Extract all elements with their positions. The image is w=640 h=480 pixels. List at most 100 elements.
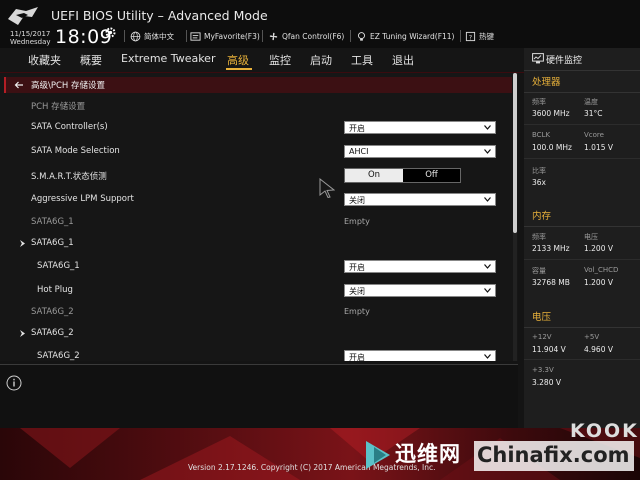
tab-favorites[interactable]: 收藏夹 bbox=[28, 52, 61, 68]
cpu-temp-value: 31°C bbox=[584, 109, 603, 118]
bclk-label: BCLK bbox=[532, 131, 551, 139]
fan-icon bbox=[269, 32, 278, 40]
dropdown-value: 开启 bbox=[349, 353, 365, 361]
info-row-sata6g1: SATA6G_1 Empty bbox=[0, 212, 510, 234]
monitor-icon bbox=[532, 53, 544, 64]
hw-divider bbox=[524, 124, 640, 125]
expandable-row-sata6g1[interactable]: SATA6G_1 bbox=[0, 233, 510, 255]
gear-icon[interactable] bbox=[104, 26, 117, 39]
setting-row-hot-plug[interactable]: Hot Plug 关闭 bbox=[0, 280, 510, 302]
v33-label: +3.3V bbox=[532, 366, 554, 374]
setting-row-sata6g1-enable[interactable]: SATA6G_1 开启 bbox=[0, 256, 510, 278]
memory-section-header: 内存 bbox=[524, 204, 640, 227]
setting-row-sata-controller[interactable]: SATA Controller(s) 开启 bbox=[0, 117, 510, 139]
mem-freq-label: 频率 bbox=[532, 233, 546, 241]
setting-row-smart[interactable]: S.M.A.R.T.状态侦测 On Off bbox=[0, 165, 510, 187]
memory-title: 内存 bbox=[532, 211, 552, 222]
watermark-kook: KOOK bbox=[570, 420, 639, 442]
setting-row-aggressive-lpm[interactable]: Aggressive LPM Support 关闭 bbox=[0, 189, 510, 211]
sata-mode-dropdown[interactable]: AHCI bbox=[344, 145, 496, 158]
mem-freq-value: 2133 MHz bbox=[532, 244, 570, 253]
ratio-value: 36x bbox=[532, 178, 546, 187]
tab-boot[interactable]: 启动 bbox=[310, 52, 332, 68]
header-bar: UEFI BIOS Utility – Advanced Mode 11/15/… bbox=[0, 0, 640, 48]
weekday-text: Wednesday bbox=[10, 38, 51, 46]
submenu-label[interactable]: SATA6G_1 bbox=[31, 238, 74, 248]
watermark-cn: 迅维网 bbox=[395, 442, 461, 466]
qfan-control-button[interactable]: Qfan Control(F6) bbox=[268, 30, 344, 42]
processor-section-header: 处理器 bbox=[524, 70, 640, 93]
dropdown-value: AHCI bbox=[349, 147, 369, 156]
cpu-freq-label: 频率 bbox=[532, 98, 546, 106]
window-title: UEFI BIOS Utility – Advanced Mode bbox=[51, 8, 268, 23]
expand-arrow-icon[interactable] bbox=[19, 329, 27, 338]
toggle-on-option[interactable]: On bbox=[345, 169, 403, 182]
setting-row-sata-mode[interactable]: SATA Mode Selection AHCI bbox=[0, 141, 510, 163]
aggressive-lpm-dropdown[interactable]: 关闭 bbox=[344, 193, 496, 206]
myfavorite-button[interactable]: MyFavorite(F3) bbox=[190, 30, 260, 42]
tab-extreme-tweaker[interactable]: Extreme Tweaker bbox=[121, 52, 215, 65]
chevron-down-icon bbox=[484, 288, 491, 293]
ez-tuning-button[interactable]: EZ Tuning Wizard(F11) bbox=[356, 30, 454, 42]
setting-row-sata6g2-enable[interactable]: SATA6G_2 开启 bbox=[0, 346, 510, 361]
tab-monitor[interactable]: 监控 bbox=[269, 52, 291, 68]
myfavorite-label: MyFavorite(F3) bbox=[204, 31, 260, 41]
processor-title: 处理器 bbox=[532, 77, 561, 88]
info-icon bbox=[6, 375, 22, 391]
port-status: Empty bbox=[344, 217, 370, 226]
hardware-monitor-panel: 硬件监控 处理器 频率 温度 3600 MHz 31°C BCLK Vcore … bbox=[524, 48, 640, 428]
chevron-down-icon bbox=[484, 149, 491, 154]
toolbar-divider bbox=[262, 30, 263, 42]
active-tab-indicator bbox=[226, 68, 252, 70]
hw-monitor-title: 硬件监控 bbox=[546, 56, 583, 66]
port-label: SATA6G_2 bbox=[31, 307, 74, 317]
port-label: SATA6G_1 bbox=[31, 217, 74, 227]
watermark-site: Chinafix.com bbox=[477, 443, 630, 467]
v5-label: +5V bbox=[584, 333, 600, 341]
vol-chcd-value: 1.200 V bbox=[584, 278, 613, 287]
help-panel bbox=[0, 364, 518, 429]
back-arrow-icon[interactable] bbox=[14, 80, 24, 90]
setting-label: SATA Mode Selection bbox=[31, 146, 120, 156]
sata-controller-dropdown[interactable]: 开启 bbox=[344, 121, 496, 134]
port-status: Empty bbox=[344, 307, 370, 316]
rog-logo-icon bbox=[8, 7, 38, 25]
dropdown-value: 关闭 bbox=[349, 196, 365, 205]
hw-divider bbox=[524, 259, 640, 260]
info-row-sata6g2: SATA6G_2 Empty bbox=[0, 302, 510, 324]
ratio-label: 比率 bbox=[532, 167, 546, 175]
mem-cap-value: 32768 MB bbox=[532, 278, 570, 287]
v33-value: 3.280 V bbox=[532, 378, 561, 387]
hotkeys-button[interactable]: ? 热键 bbox=[465, 30, 494, 42]
setting-label: SATA Controller(s) bbox=[31, 122, 108, 132]
submenu-label[interactable]: SATA6G_2 bbox=[31, 328, 74, 338]
scrollbar-thumb[interactable] bbox=[513, 73, 517, 233]
toolbar-divider bbox=[350, 30, 351, 42]
hot-plug-dropdown[interactable]: 关闭 bbox=[344, 284, 496, 297]
language-label: 简体中文 bbox=[144, 31, 174, 41]
date-text: 11/15/2017 bbox=[10, 30, 51, 38]
vcore-label: Vcore bbox=[584, 131, 604, 139]
breadcrumb[interactable]: 高级\PCH 存储设置 bbox=[4, 77, 512, 93]
hw-divider bbox=[524, 158, 640, 159]
globe-icon bbox=[130, 31, 141, 41]
expand-arrow-icon[interactable] bbox=[19, 239, 27, 248]
tab-advanced[interactable]: 高级 bbox=[227, 52, 249, 68]
cpu-freq-value: 3600 MHz bbox=[532, 109, 570, 118]
svg-text:?: ? bbox=[469, 33, 472, 41]
settings-panel: 高级\PCH 存储设置 PCH 存储设置 SATA Controller(s) … bbox=[0, 73, 518, 361]
dropdown-value: 开启 bbox=[349, 263, 365, 272]
hw-monitor-header: 硬件监控 bbox=[524, 48, 640, 71]
tab-tool[interactable]: 工具 bbox=[351, 52, 373, 68]
chevron-down-icon bbox=[484, 125, 491, 130]
toggle-off-option[interactable]: Off bbox=[403, 169, 460, 182]
smart-toggle[interactable]: On Off bbox=[344, 168, 461, 183]
tab-main[interactable]: 概要 bbox=[80, 52, 102, 68]
tab-exit[interactable]: 退出 bbox=[392, 52, 414, 68]
sata6g2-dropdown[interactable]: 开启 bbox=[344, 350, 496, 361]
language-button[interactable]: 简体中文 bbox=[130, 30, 174, 42]
breadcrumb-path: 高级\PCH 存储设置 bbox=[31, 81, 106, 91]
voltage-title: 电压 bbox=[532, 312, 552, 323]
expandable-row-sata6g2[interactable]: SATA6G_2 bbox=[0, 323, 510, 345]
sata6g1-dropdown[interactable]: 开启 bbox=[344, 260, 496, 273]
